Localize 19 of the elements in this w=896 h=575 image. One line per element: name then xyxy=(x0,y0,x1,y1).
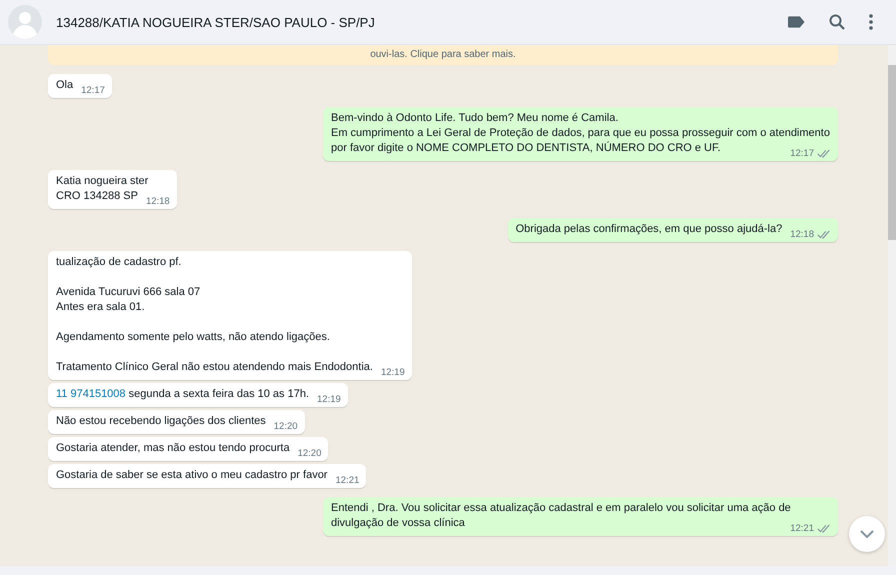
scroll-down-button[interactable] xyxy=(849,516,885,552)
chevron-down-icon xyxy=(860,530,874,538)
message-bubble: Não estou recebendo ligações dos clientes 12:20 xyxy=(48,410,305,434)
notice-banner[interactable]: ouvi-las. Clique para saber mais. xyxy=(48,45,838,65)
label-icon[interactable] xyxy=(788,16,805,28)
message-bubble: tualização de cadastro pf. Avenida Tucuruvi 666 sala 07 Antes era sala 01. Agendamento somente pelo watts, não atendo ligações. Tratamento Clínico Geral não estou atendendo mais Endodontia. 12:19 xyxy=(48,251,412,380)
message-bubble: Gostaria de saber se esta ativo o meu cadastro pr favor 12:21 xyxy=(48,464,366,488)
scrollbar[interactable] xyxy=(888,45,896,566)
phone-link[interactable]: 11 974151008 xyxy=(56,388,126,400)
message-bubble: Katia nogueira ster CRO 134288 SP 12:18 xyxy=(48,170,177,209)
message-bubble: 11 974151008 segunda a sexta feira das 10 as 17h. 12:19 xyxy=(48,383,348,407)
message-bubble: Gostaria atender, mas não estou tendo procurta 12:20 xyxy=(48,437,328,461)
menu-icon[interactable] xyxy=(869,14,873,30)
search-icon[interactable] xyxy=(829,14,845,30)
message-bubble: Entendi , Dra. Vou solicitar essa atualização cadastral e em paralelo vou solicitar uma ação de divulgação de vossa clínica 12:21 xyxy=(323,497,838,536)
contact-name[interactable]: 134288/KATIA NOGUEIRA STER/SAO PAULO - SP/PJ xyxy=(56,14,788,30)
message-bubble: Bem-vindo à Odonto Life. Tudo bem? Meu nome é Camila. Em cumprimento a Lei Geral de Proteção de dados, para que eu possa prosseguir com o atendimento por favor digite o NOME COMPLETO DO DENTISTA, NÚMERO DO CRO e UF. 12:17 xyxy=(323,107,838,161)
message-bubble: Obrigada pelas confirmações, em que posso ajudá-la? 12:18 xyxy=(508,218,838,242)
message-bubble: Ola 12:17 xyxy=(48,74,112,98)
